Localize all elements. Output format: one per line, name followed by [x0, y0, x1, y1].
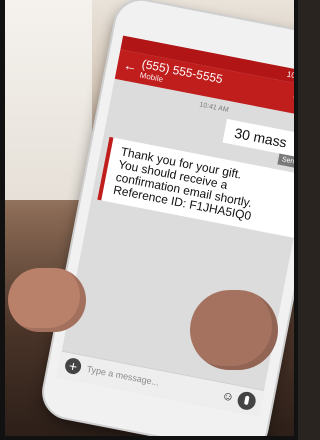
plus-icon[interactable]: +	[63, 356, 83, 376]
frame-border-left	[0, 0, 5, 440]
background-panel	[0, 0, 92, 200]
microphone-icon[interactable]	[236, 390, 258, 412]
photo-frame: 10:44 AM ← (555) 555-5555 Mobile ✆ ⋮ 10:…	[0, 0, 298, 440]
thumb-right	[190, 290, 278, 370]
incoming-message: Thank you for your gift. You should rece…	[97, 136, 298, 240]
frame-border-right	[294, 0, 298, 440]
back-arrow-icon[interactable]: ←	[122, 56, 139, 74]
emoji-icon[interactable]: ☺	[221, 388, 236, 404]
compose-input[interactable]: Type a message...	[86, 364, 160, 388]
thumb-left	[8, 268, 86, 332]
frame-border-bottom	[0, 436, 298, 440]
